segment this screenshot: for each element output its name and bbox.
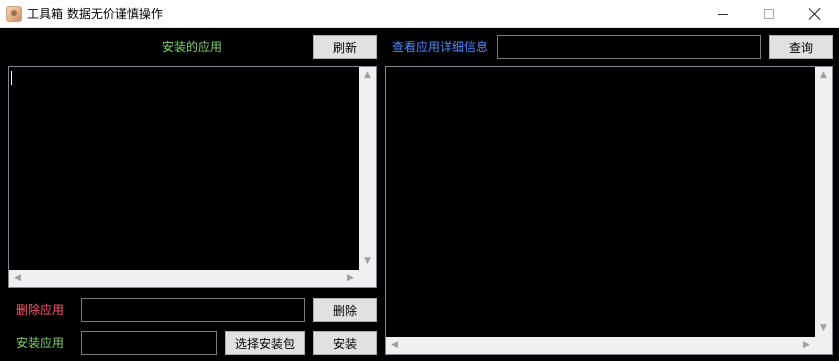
vertical-scrollbar[interactable]: ▲ ▼: [359, 67, 376, 270]
installed-apps-label: 安装的应用: [162, 40, 223, 54]
minimize-icon: [718, 13, 728, 15]
install-app-label: 安装应用: [16, 336, 65, 350]
chevron-up-icon[interactable]: ▲: [815, 67, 832, 84]
refresh-button[interactable]: 刷新: [313, 35, 377, 59]
minimize-button[interactable]: [700, 0, 746, 28]
install-button[interactable]: 安装: [313, 331, 377, 355]
select-package-button[interactable]: 选择安装包: [225, 331, 305, 355]
maximize-button[interactable]: [746, 0, 792, 28]
installed-apps-list[interactable]: ▲ ▼ ◀ ▶: [8, 66, 377, 288]
window-title: 工具箱 数据无价谨慎操作: [27, 7, 163, 21]
chevron-left-icon[interactable]: ◀: [386, 337, 403, 354]
delete-app-input[interactable]: [81, 298, 305, 322]
close-icon: [809, 8, 821, 20]
delete-app-label: 删除应用: [16, 303, 65, 317]
chevron-up-icon[interactable]: ▲: [359, 67, 376, 84]
delete-button[interactable]: 删除: [313, 298, 377, 322]
horizontal-scrollbar[interactable]: ◀ ▶: [9, 270, 359, 287]
view-details-label: 查看应用详细信息: [392, 40, 489, 54]
app-avatar-icon: [6, 6, 22, 22]
chevron-down-icon[interactable]: ▼: [359, 253, 376, 270]
query-button[interactable]: 查询: [769, 35, 833, 59]
scrollbar-corner: [359, 270, 376, 287]
horizontal-scrollbar[interactable]: ◀ ▶: [386, 337, 815, 354]
chevron-left-icon[interactable]: ◀: [9, 270, 26, 287]
text-caret: [11, 71, 12, 85]
chevron-right-icon[interactable]: ▶: [798, 337, 815, 354]
chevron-down-icon[interactable]: ▼: [815, 320, 832, 337]
install-app-input[interactable]: [81, 331, 217, 355]
chevron-right-icon[interactable]: ▶: [342, 270, 359, 287]
close-button[interactable]: [792, 0, 838, 28]
scrollbar-corner: [815, 337, 832, 354]
query-input[interactable]: [497, 35, 761, 59]
vertical-scrollbar[interactable]: ▲ ▼: [815, 67, 832, 337]
maximize-icon: [764, 9, 774, 19]
app-details-box[interactable]: ▲ ▼ ◀ ▶: [385, 66, 833, 355]
title-bar[interactable]: 工具箱 数据无价谨慎操作: [0, 0, 839, 28]
